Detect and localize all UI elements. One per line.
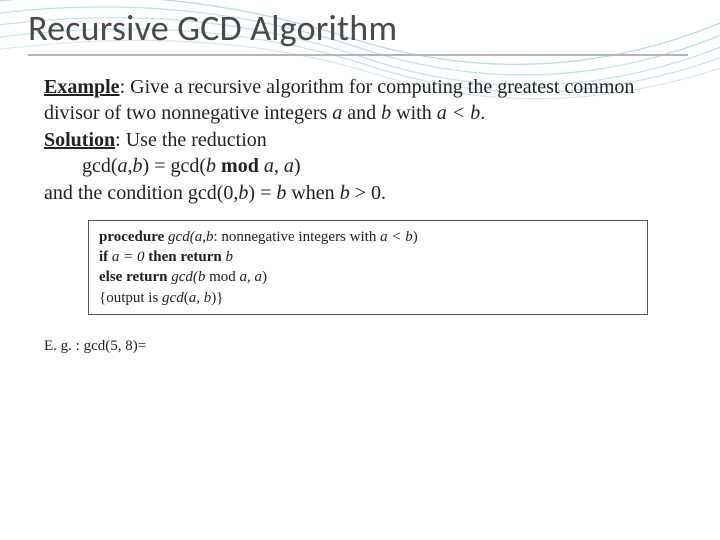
kw-if: if <box>99 249 112 265</box>
page-title: Recursive GCD Algorithm <box>28 6 692 50</box>
example-paragraph: Example: Give a recursive algorithm for … <box>44 74 676 127</box>
proc-line: procedure gcd(a,b: nonnegative integers … <box>99 227 637 247</box>
var-a: a <box>332 102 342 124</box>
var-b: b <box>381 102 391 124</box>
kw-else: else <box>99 269 126 285</box>
mod-keyword: mod <box>221 155 259 177</box>
pseudocode-box: procedure gcd(a,b: nonnegative integers … <box>88 220 648 315</box>
example-label: Example <box>44 76 120 98</box>
slide-body: Example: Give a recursive algorithm for … <box>0 56 720 357</box>
kw-then-return: then return <box>148 249 225 265</box>
else-line: else return gcd(b mod a, a) <box>99 267 637 287</box>
example-condition: a < b <box>437 102 481 124</box>
if-line: if a = 0 then return b <box>99 247 637 267</box>
solution-paragraph: Solution: Use the reduction <box>44 127 676 153</box>
kw-procedure: procedure <box>99 229 164 245</box>
comment-line: {output is gcd(a, b)} <box>99 288 637 308</box>
solution-label: Solution <box>44 129 115 151</box>
kw-return: return <box>126 269 171 285</box>
reduction-equation: gcd(a,b) = gcd(b mod a, a) <box>44 153 676 179</box>
example-invocation: E. g. : gcd(5, 8)= <box>44 337 676 357</box>
condition-line: and the condition gcd(0,b) = b when b > … <box>44 180 676 206</box>
